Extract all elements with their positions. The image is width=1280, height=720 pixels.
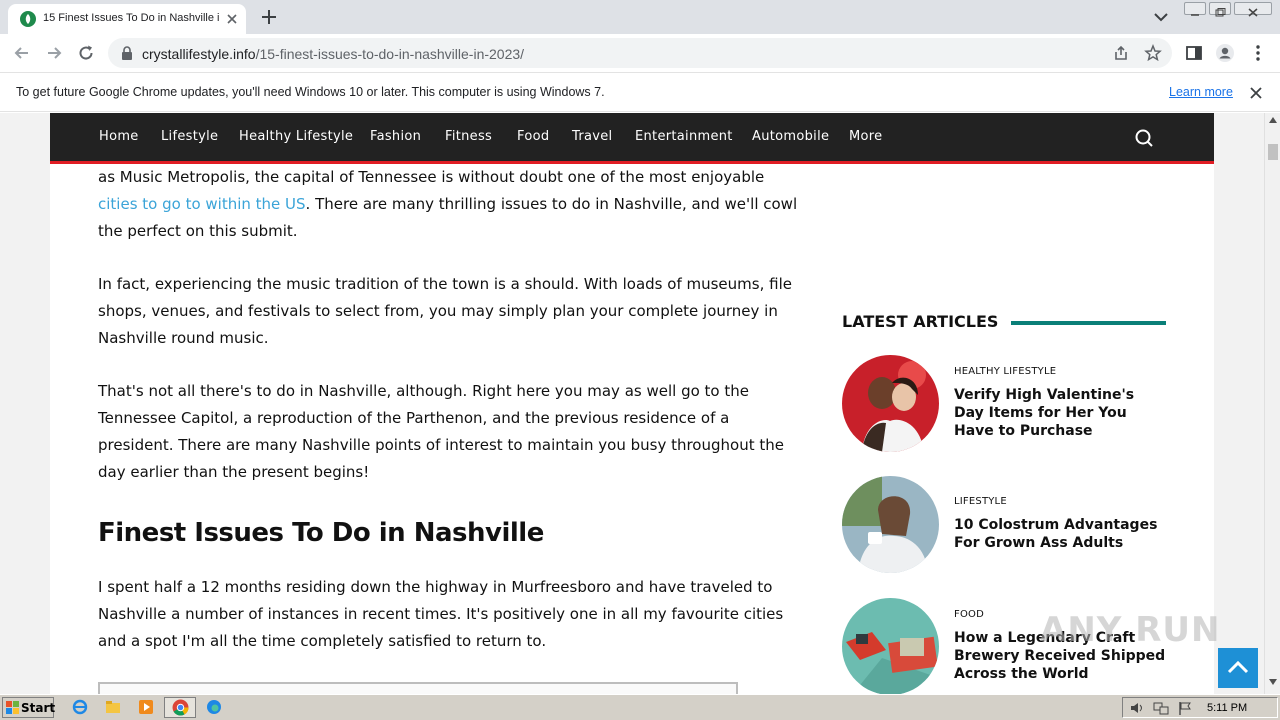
woman-photo-icon	[842, 476, 939, 573]
article-thumbnail[interactable]	[842, 355, 939, 452]
browser-tab[interactable]: 15 Finest Issues To Do in Nashville in 2…	[8, 4, 246, 34]
article-category[interactable]: HEALTHY LIFESTYLE	[954, 366, 1056, 377]
windows-taskbar: Start 5:11 PM	[0, 694, 1280, 720]
taskbar-chrome-button[interactable]	[164, 697, 196, 718]
window-restore-button[interactable]	[1209, 2, 1231, 17]
article-thumbnail[interactable]	[842, 476, 939, 573]
scroll-up-arrow-icon[interactable]	[1269, 117, 1277, 123]
internet-explorer-icon[interactable]	[72, 699, 88, 715]
site-navigation: Home Lifestyle Healthy Lifestyle Fashion…	[50, 113, 1214, 164]
scroll-down-arrow-icon[interactable]	[1269, 679, 1277, 685]
nav-item-entertainment[interactable]: Entertainment	[635, 129, 733, 144]
back-arrow-icon[interactable]	[12, 43, 32, 63]
network-icon[interactable]	[1153, 700, 1169, 716]
article-paragraph: In fact, experiencing the music traditio…	[98, 275, 792, 347]
minimize-icon	[1191, 14, 1199, 16]
action-center-flag-icon[interactable]	[1177, 700, 1193, 716]
nav-item-lifestyle[interactable]: Lifestyle	[161, 129, 218, 144]
taskbar-clock[interactable]: 5:11 PM	[1207, 702, 1247, 714]
scrollbar-thumb[interactable]	[1268, 144, 1278, 160]
article-title[interactable]: Verify High Valentine's Day Items for He…	[954, 386, 1166, 440]
forward-arrow-icon[interactable]	[44, 43, 64, 63]
close-infobar-icon[interactable]	[1248, 85, 1264, 101]
windows-logo-icon	[6, 701, 19, 714]
update-infobar: To get future Google Chrome updates, you…	[0, 72, 1280, 112]
chevron-up-icon	[1227, 660, 1249, 674]
url-text[interactable]: crystallifestyle.info/15-finest-issues-t…	[142, 46, 524, 62]
article-title[interactable]: 10 Colostrum Advantages For Grown Ass Ad…	[954, 516, 1166, 552]
nav-item-home[interactable]: Home	[99, 129, 139, 144]
back-to-top-button[interactable]	[1218, 648, 1258, 688]
page-viewport[interactable]: Home Lifestyle Healthy Lifestyle Fashion…	[0, 113, 1264, 694]
system-tray: 5:11 PM	[1122, 697, 1278, 718]
file-explorer-icon[interactable]	[105, 699, 121, 715]
article-category[interactable]: LIFESTYLE	[954, 496, 1007, 507]
article-paragraph: That's not all there's to do in Nashvill…	[98, 382, 784, 481]
infobar-message: To get future Google Chrome updates, you…	[16, 85, 605, 99]
nav-item-fitness[interactable]: Fitness	[445, 129, 492, 144]
nav-item-fashion[interactable]: Fashion	[370, 129, 421, 144]
heading-accent-line	[1011, 321, 1166, 325]
paragraph-text: as Music Metropolis, the capital of Tenn…	[98, 168, 765, 186]
close-tab-icon[interactable]	[224, 11, 240, 27]
new-tab-icon[interactable]	[260, 8, 278, 26]
nav-item-more[interactable]: More	[849, 129, 882, 144]
tugboat-illustration-icon	[842, 598, 939, 694]
nav-item-travel[interactable]: Travel	[572, 129, 612, 144]
restore-icon	[1215, 8, 1226, 17]
watermark-logo: ANY RUN	[1040, 610, 1221, 650]
couple-photo-icon	[842, 355, 939, 452]
article-category[interactable]: FOOD	[954, 609, 984, 620]
tab-title: 15 Finest Issues To Do in Nashville in 2…	[43, 12, 219, 24]
nav-item-healthy-lifestyle[interactable]: Healthy Lifestyle	[239, 129, 353, 144]
search-icon[interactable]	[1134, 128, 1154, 148]
cities-link[interactable]: cities to go to within the US	[98, 195, 306, 213]
learn-more-link[interactable]: Learn more	[1169, 85, 1233, 99]
start-button[interactable]: Start	[2, 697, 56, 718]
browser-toolbar: crystallifestyle.info/15-finest-issues-t…	[0, 34, 1280, 72]
chevron-down-icon[interactable]	[1152, 9, 1170, 25]
article-thumbnail[interactable]	[842, 598, 939, 694]
chrome-icon	[172, 699, 189, 716]
bookmark-star-icon[interactable]	[1144, 44, 1162, 62]
edge-icon[interactable]	[206, 699, 222, 715]
nav-item-automobile[interactable]: Automobile	[752, 129, 829, 144]
window-close-button[interactable]	[1234, 2, 1272, 17]
nav-item-food[interactable]: Food	[517, 129, 549, 144]
section-heading: Finest Issues To Do in Nashville	[98, 518, 544, 548]
media-player-icon[interactable]	[138, 699, 154, 715]
tab-strip: 15 Finest Issues To Do in Nashville in 2…	[0, 0, 1280, 34]
embedded-content-box	[98, 682, 738, 694]
url-domain: crystallifestyle.info	[142, 46, 256, 62]
article-paragraph: as Music Metropolis, the capital of Tenn…	[98, 164, 798, 245]
window-minimize-button[interactable]	[1184, 2, 1206, 16]
reload-icon[interactable]	[76, 43, 96, 63]
volume-icon[interactable]	[1129, 700, 1145, 716]
latest-articles-heading: LATEST ARTICLES	[842, 312, 999, 331]
address-bar[interactable]: crystallifestyle.info/15-finest-issues-t…	[108, 38, 1172, 68]
menu-kebab-icon[interactable]	[1248, 43, 1268, 63]
article-paragraph: I spent half a 12 months residing down t…	[98, 578, 784, 650]
url-path: /15-finest-issues-to-do-in-nashville-in-…	[255, 46, 525, 62]
start-label: Start	[21, 701, 56, 715]
lock-icon[interactable]	[120, 45, 134, 61]
profile-avatar-icon[interactable]	[1215, 43, 1235, 63]
share-icon[interactable]	[1112, 44, 1130, 62]
side-panel-icon[interactable]	[1184, 43, 1204, 63]
close-icon	[1248, 8, 1258, 17]
page-scrollbar[interactable]	[1264, 113, 1280, 694]
site-favicon-icon	[20, 11, 36, 27]
